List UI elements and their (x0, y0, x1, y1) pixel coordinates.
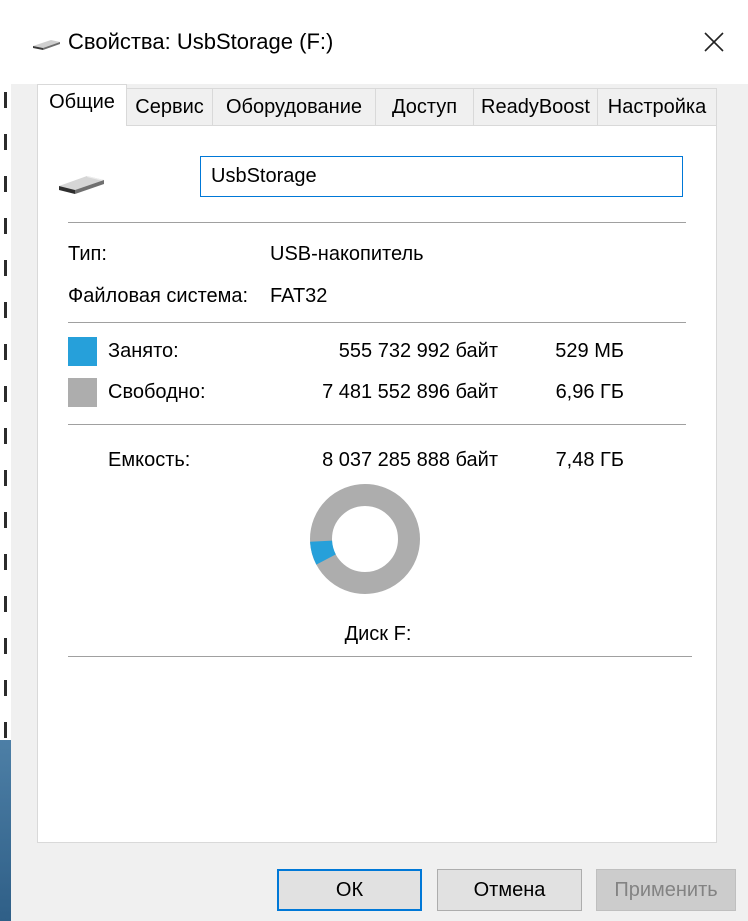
close-button[interactable] (694, 22, 734, 62)
background-mark (4, 722, 7, 738)
tab-general[interactable]: Общие (37, 84, 127, 126)
apply-button[interactable]: Применить (596, 869, 736, 911)
background-desktop (0, 740, 11, 921)
background-mark (4, 92, 7, 108)
type-label: Тип: (68, 243, 107, 265)
background-mark (4, 470, 7, 486)
window-title: Свойства: UsbStorage (F:) (68, 29, 334, 54)
cancel-button[interactable]: Отмена (437, 869, 582, 911)
disk-usage-donut (310, 484, 420, 594)
background-mark (4, 134, 7, 150)
free-space-swatch (68, 378, 97, 407)
used-bytes: 555 732 992 байт (338, 340, 498, 362)
properties-dialog: Свойства: UsbStorage (F:) Общие Сервис О… (11, 0, 748, 921)
background-mark (4, 344, 7, 360)
capacity-label: Емкость: (108, 449, 191, 471)
donut-free-segment (310, 484, 420, 594)
divider (68, 322, 686, 323)
divider (68, 424, 686, 425)
tab-readyboost[interactable]: ReadyBoost (473, 88, 598, 125)
type-value: USB-накопитель (270, 243, 424, 265)
background-mark (4, 260, 7, 276)
volume-name-input[interactable] (200, 156, 683, 197)
tab-tools[interactable]: Сервис (126, 88, 213, 125)
used-label: Занято: (108, 340, 179, 362)
filesystem-value: FAT32 (270, 285, 328, 307)
general-tab-panel: Тип: USB-накопитель Файловая система: FA… (37, 125, 717, 843)
tab-customize[interactable]: Настройка (597, 88, 717, 125)
free-bytes: 7 481 552 896 байт (322, 381, 498, 403)
background-mark (4, 638, 7, 654)
free-label: Свободно: (108, 381, 206, 403)
tab-sharing[interactable]: Доступ (375, 88, 474, 125)
capacity-bytes: 8 037 285 888 байт (322, 449, 498, 471)
usb-drive-icon (57, 174, 105, 201)
background-mark (4, 596, 7, 612)
background-mark (4, 218, 7, 234)
donut-used-segment (310, 540, 337, 565)
filesystem-label: Файловая система: (68, 285, 249, 307)
title-bar[interactable]: Свойства: UsbStorage (F:) (11, 0, 748, 84)
background-mark (4, 680, 7, 696)
close-icon (694, 32, 734, 66)
used-size: 529 МБ (555, 340, 624, 362)
used-space-swatch (68, 337, 97, 366)
usb-drive-icon (31, 38, 61, 56)
free-size: 6,96 ГБ (555, 381, 624, 403)
background-mark (4, 428, 7, 444)
background-mark (4, 512, 7, 528)
background-window-edge (0, 0, 11, 921)
divider (68, 222, 686, 223)
ok-button[interactable]: ОК (277, 869, 422, 911)
disk-label: Диск F: (344, 623, 412, 645)
background-mark (4, 554, 7, 570)
tab-hardware[interactable]: Оборудование (212, 88, 376, 125)
capacity-size: 7,48 ГБ (555, 449, 624, 471)
background-mark (4, 176, 7, 192)
divider (68, 656, 692, 657)
background-mark (4, 302, 7, 318)
background-mark (4, 386, 7, 402)
